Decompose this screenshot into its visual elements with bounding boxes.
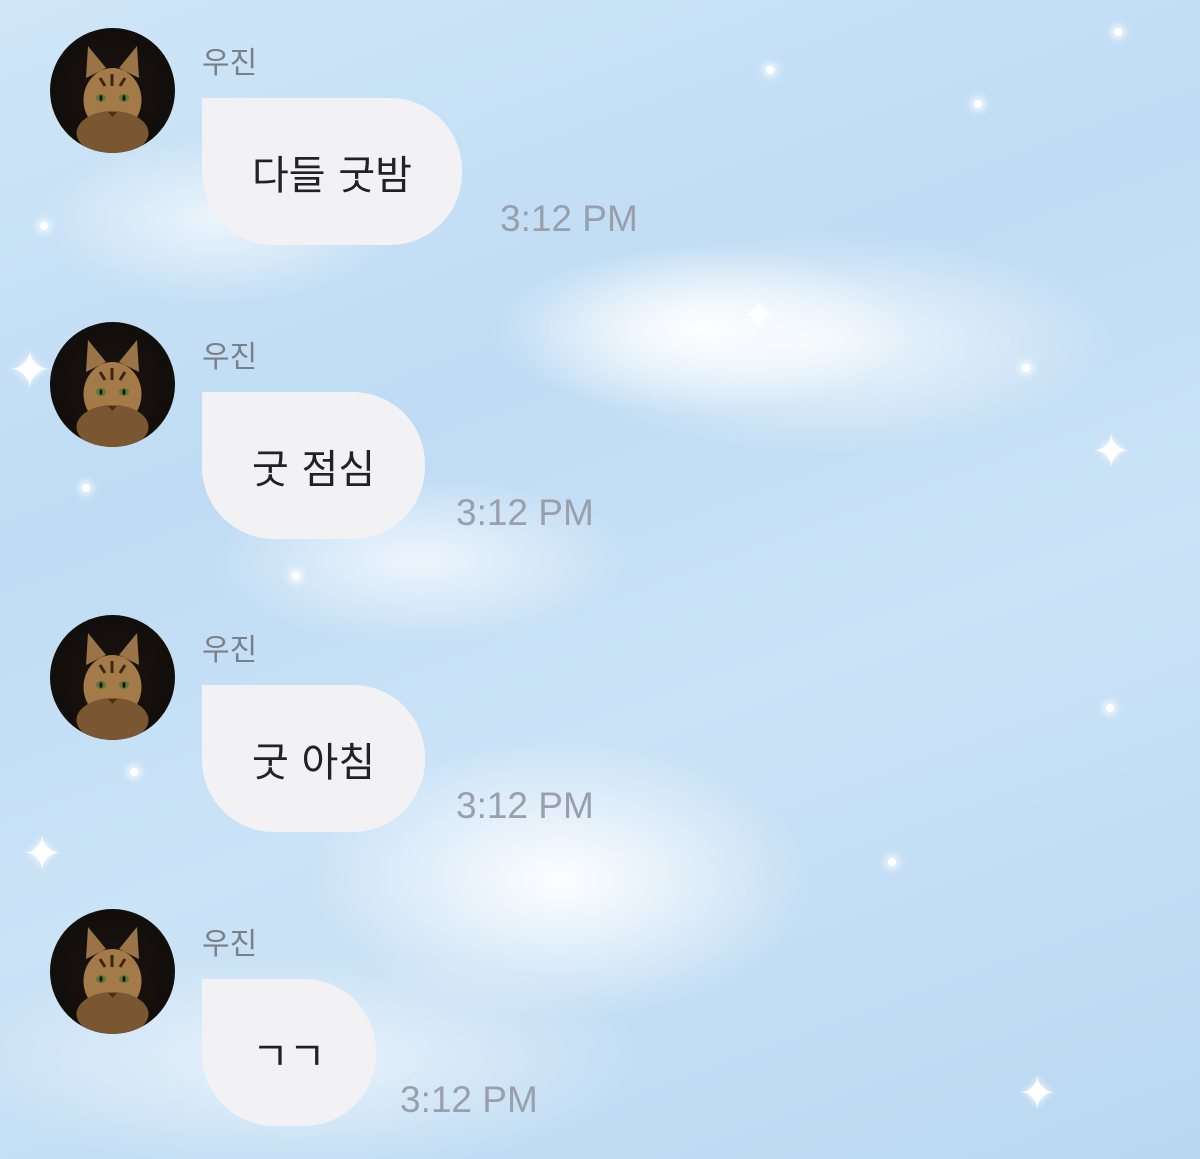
message-timestamp: 3:12 PM [400, 1079, 538, 1120]
cat-avatar-icon[interactable] [50, 909, 175, 1034]
sparkle-dot [82, 484, 90, 492]
sparkle-icon: ✦ [1092, 424, 1131, 478]
sender-name: 우진 [202, 46, 258, 81]
sender-name: 우진 [202, 340, 258, 375]
message-timestamp: 3:12 PM [456, 492, 594, 533]
sparkle-dot [888, 858, 896, 866]
sparkle-dot [1022, 364, 1030, 372]
message-bubble[interactable]: 굿 점심 [202, 392, 426, 539]
sparkle-dot [1106, 704, 1114, 712]
sender-name: 우진 [202, 927, 258, 962]
message-bubble[interactable]: ㄱㄱ [202, 979, 376, 1126]
sparkle-icon: ✦ [1018, 1066, 1057, 1120]
sparkle-dot [974, 100, 982, 108]
sparkle-dot [766, 66, 774, 74]
message-bubble[interactable]: 굿 아침 [202, 685, 426, 832]
sparkle-dot [292, 572, 300, 580]
message-timestamp: 3:12 PM [456, 785, 594, 826]
sparkle-icon: ✦ [22, 826, 63, 882]
message-bubble[interactable]: 다들 굿밤 [202, 98, 462, 245]
sparkle-icon: ✦ [742, 293, 776, 339]
sparkle-dot [40, 222, 48, 230]
message-timestamp: 3:12 PM [500, 198, 638, 239]
cat-avatar-icon[interactable] [50, 615, 175, 740]
cat-avatar-icon[interactable] [50, 28, 175, 153]
sender-name: 우진 [202, 633, 258, 668]
cat-avatar-icon[interactable] [50, 322, 175, 447]
sparkle-icon: ✦ [8, 341, 52, 401]
sparkle-dot [1114, 28, 1122, 36]
sparkle-dot [130, 768, 138, 776]
